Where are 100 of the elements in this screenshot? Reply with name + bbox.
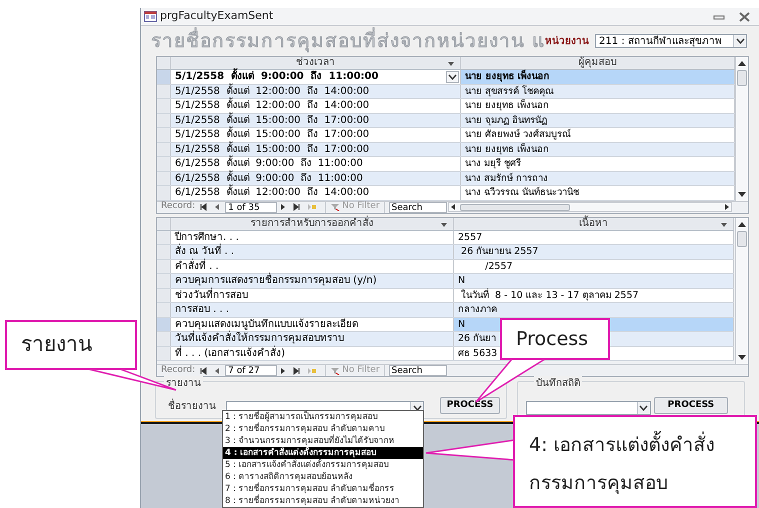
record-selector[interactable] (157, 346, 171, 360)
process-button[interactable]: PROCESS (440, 397, 500, 414)
scroll-up-icon[interactable] (737, 220, 747, 228)
caret-icon (736, 38, 744, 44)
dropdown-option[interactable]: 7 : รายชื่อกรรมการคุมสอบ ลำดับตามชื่อกรร (223, 483, 423, 495)
table-cell: การสอบ . . . (171, 303, 454, 316)
table-cell: 2557 (454, 230, 734, 244)
table-cell: 6/1/2558 ตั้งแต่ 12:00:00 ถึง 14:00:00 (171, 186, 461, 200)
sort-menu-icon[interactable] (441, 222, 447, 226)
filter-icon (330, 203, 340, 211)
record-selector[interactable] (157, 172, 171, 185)
table-cell: 5/1/2558 ตั้งแต่ 12:00:00 ถึง 14:00:00 (171, 99, 461, 112)
scroll-thumb[interactable] (737, 70, 747, 86)
scroll-thumb[interactable] (737, 230, 747, 246)
dropdown-option[interactable]: 8 : รายชื่อกรรมการคุมสอบ ลำดับตามหน่วยงา (223, 495, 423, 507)
table-cell: 5/1/2558 ตั้งแต่ 15:00:00 ถึง 17:00:00 (171, 142, 461, 156)
close-icon[interactable] (739, 12, 750, 22)
table-cell: คำสั่งที่ . . (171, 260, 454, 273)
table-cell: ช่วงวันที่การสอบ (171, 288, 454, 302)
process-button[interactable]: PROCESS (654, 397, 728, 414)
table-cell: ปีการศึกษา. . . (171, 230, 454, 244)
table-cell: N (454, 274, 734, 288)
table-cell: 5/1/2558 ตั้งแต่ 12:00:00 ถึง 14:00:00 (171, 84, 461, 98)
record-selector[interactable] (157, 99, 171, 112)
table-cell: 6/1/2558 ตั้งแต่ 9:00:00 ถึง 11:00:00 (171, 157, 461, 170)
department-dropdown[interactable]: 211 : สถานกีฬาและสุขภาพ (595, 34, 747, 48)
record-selector[interactable] (157, 84, 171, 98)
new-record-icon[interactable] (307, 366, 318, 374)
caret-icon (639, 405, 648, 411)
sort-menu-icon[interactable] (721, 222, 727, 226)
new-record-icon[interactable] (307, 203, 318, 211)
dropdown-option[interactable]: 5 : เอกสารแจ้งคำสั่งแต่งตั้งกรรมการคุมสอบ (223, 459, 423, 471)
record-position-field[interactable]: 7 of 27 (225, 365, 278, 376)
horizontal-scrollbar[interactable] (448, 202, 732, 212)
form-heading: รายชื่อกรรมการคุมสอบที่ส่งจากหน่วยงาน แ (151, 26, 546, 54)
caret-icon (412, 405, 422, 411)
table-cell: 6/1/2558 ตั้งแต่ 9:00:00 ถึง 11:00:00 (171, 172, 461, 185)
table-cell: ในวันที่ 8 - 10 และ 13 - 17 ตุลาคม 2557 (454, 288, 734, 302)
dropdown-option[interactable]: 6 : ตารางสถิติการคุมสอบย้อนหลัง (223, 471, 423, 483)
table-cell: สั่ง ณ วันที่ . . (171, 245, 454, 258)
table-cell: นาง สมรักษ์ การถาง (461, 172, 735, 185)
filter-icon (330, 366, 340, 374)
table-cell: ควบคุมการแสดงรายชื่อกรรมการคุมสอบ (y/n) (171, 274, 454, 288)
record-selector[interactable] (157, 186, 171, 200)
scroll-down-icon[interactable] (737, 353, 747, 362)
table-cell: กลางภาค (454, 303, 734, 316)
table-cell: นาย ยงยุทธ เพ็งนอก (461, 70, 735, 84)
table-cell: นาง ฉวีวรรณ นันท์ธนะวานิช (461, 186, 735, 200)
statistics-dropdown[interactable] (526, 401, 651, 415)
table-cell: 5/1/2558 ตั้งแต่ 15:00:00 ถึง 17:00:00 (171, 114, 461, 127)
window-title: prgFacultyExamSent (160, 8, 274, 24)
table-cell: นาย สุขสรรค์ โชคคุณ (461, 84, 735, 98)
record-selector[interactable] (157, 332, 171, 346)
form-icon (144, 11, 157, 22)
dropdown-button[interactable] (446, 70, 459, 83)
dropdown-option[interactable]: 1 : รายชื่อผู้สามารถเป็นกรรมการคุมสอบ (223, 411, 423, 423)
table-cell: ที่ . . . (เอกสารแจ้งคำสั่ง) (171, 346, 454, 360)
record-label: Record: (161, 200, 196, 214)
dropdown-option[interactable]: 2 : รายชื่อกรรมการคุมสอบ ลำดับตามคาบ (223, 423, 423, 435)
scroll-left-icon[interactable] (449, 203, 457, 211)
dropdown-option[interactable]: 4 : เอกสารคำสั่งแต่งตั้งกรรมการคุมสอบ (223, 447, 423, 459)
record-selector[interactable] (157, 114, 171, 127)
vertical-scrollbar[interactable] (735, 218, 748, 364)
record-selector[interactable] (157, 157, 171, 170)
search-field[interactable]: Search (388, 365, 447, 376)
sort-menu-icon[interactable] (448, 62, 454, 66)
scroll-right-icon[interactable] (723, 203, 731, 211)
search-field[interactable]: Search (388, 202, 447, 212)
table-cell: /2557 (454, 260, 734, 273)
table-cell: 26 กันยายน 2557 (454, 245, 734, 258)
field-label: ชื่อรายงาน (168, 399, 216, 414)
scroll-down-icon[interactable] (737, 190, 747, 198)
table-cell: 5/1/2558 ตั้งแต่ 15:00:00 ถึง 17:00:00 (171, 128, 461, 142)
first-record-icon[interactable] (199, 203, 210, 211)
field-value: 211 : สถานกีฬาและสุขภาพ (598, 34, 722, 48)
record-label: Record: (161, 364, 196, 377)
callout-text: รายงาน (21, 331, 93, 358)
table-cell: 5/1/2558 ตั้งแต่ 9:00:00 ถึง 11:00:00 (171, 70, 461, 84)
record-position-field[interactable]: 1 of 35 (225, 202, 278, 212)
first-record-icon[interactable] (199, 366, 210, 374)
vertical-scrollbar[interactable] (735, 57, 748, 200)
scroll-up-icon[interactable] (737, 59, 747, 68)
record-selector[interactable] (157, 142, 171, 156)
table-cell: ควบคุมแสดงเมนูบันทึกแบบแจ้งรายละเอียด (171, 318, 454, 331)
record-selector[interactable] (157, 260, 171, 273)
record-selector[interactable] (157, 128, 171, 142)
record-selector[interactable] (157, 245, 171, 258)
table-cell: นาย ยงยุทธ เพ็งนอก (461, 99, 735, 112)
dropdown-option[interactable]: 3 : จำนวนกรรมการคุมสอบที่ยังไม่ได้รับจากห (223, 435, 423, 447)
table-cell: นาย ยงยุทธ เพ็งนอก (461, 142, 735, 156)
record-selector[interactable] (157, 303, 171, 316)
record-selector[interactable] (157, 274, 171, 288)
field-label: หน่วยงาน (545, 34, 590, 48)
table-cell: นาง มยุรี ชูศรี (461, 157, 735, 170)
table-cell: วันที่แจ้งคำสั่งให้กรรมการคุมสอบทราบ (171, 332, 454, 346)
minimize-icon[interactable] (713, 12, 725, 20)
callout-text: กรรมการคุมสอบ (529, 470, 669, 496)
record-selector[interactable] (157, 230, 171, 244)
table-cell: นาย จุมภฏ อินทรนัฏ (461, 114, 735, 127)
record-selector[interactable] (157, 288, 171, 302)
